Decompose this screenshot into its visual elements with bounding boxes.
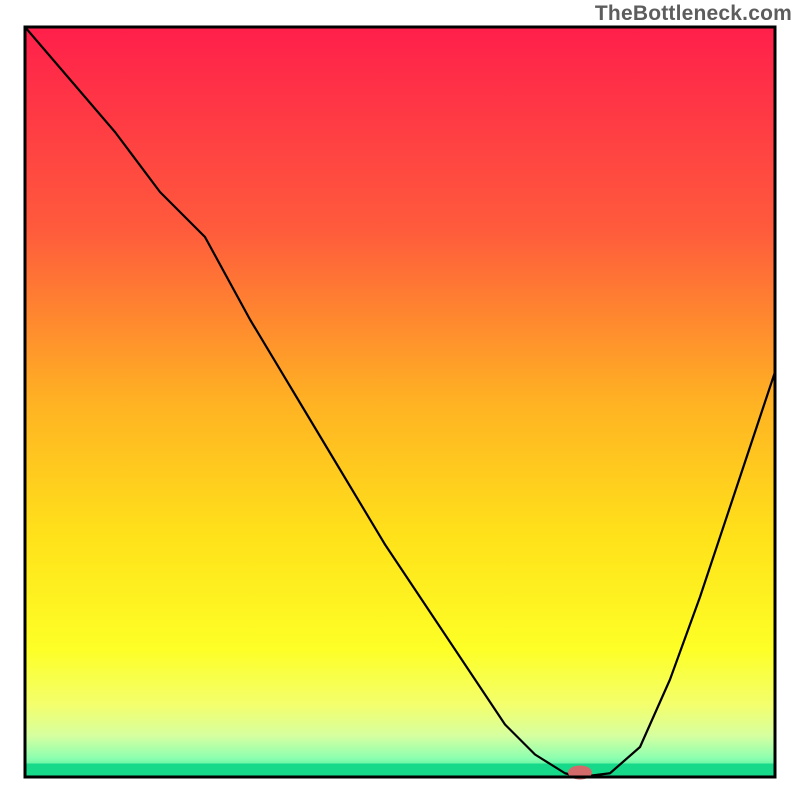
chart-baseline-band bbox=[25, 764, 775, 778]
chart-background bbox=[25, 27, 775, 777]
watermark-text: TheBottleneck.com bbox=[595, 2, 792, 26]
chart-svg bbox=[0, 0, 800, 800]
